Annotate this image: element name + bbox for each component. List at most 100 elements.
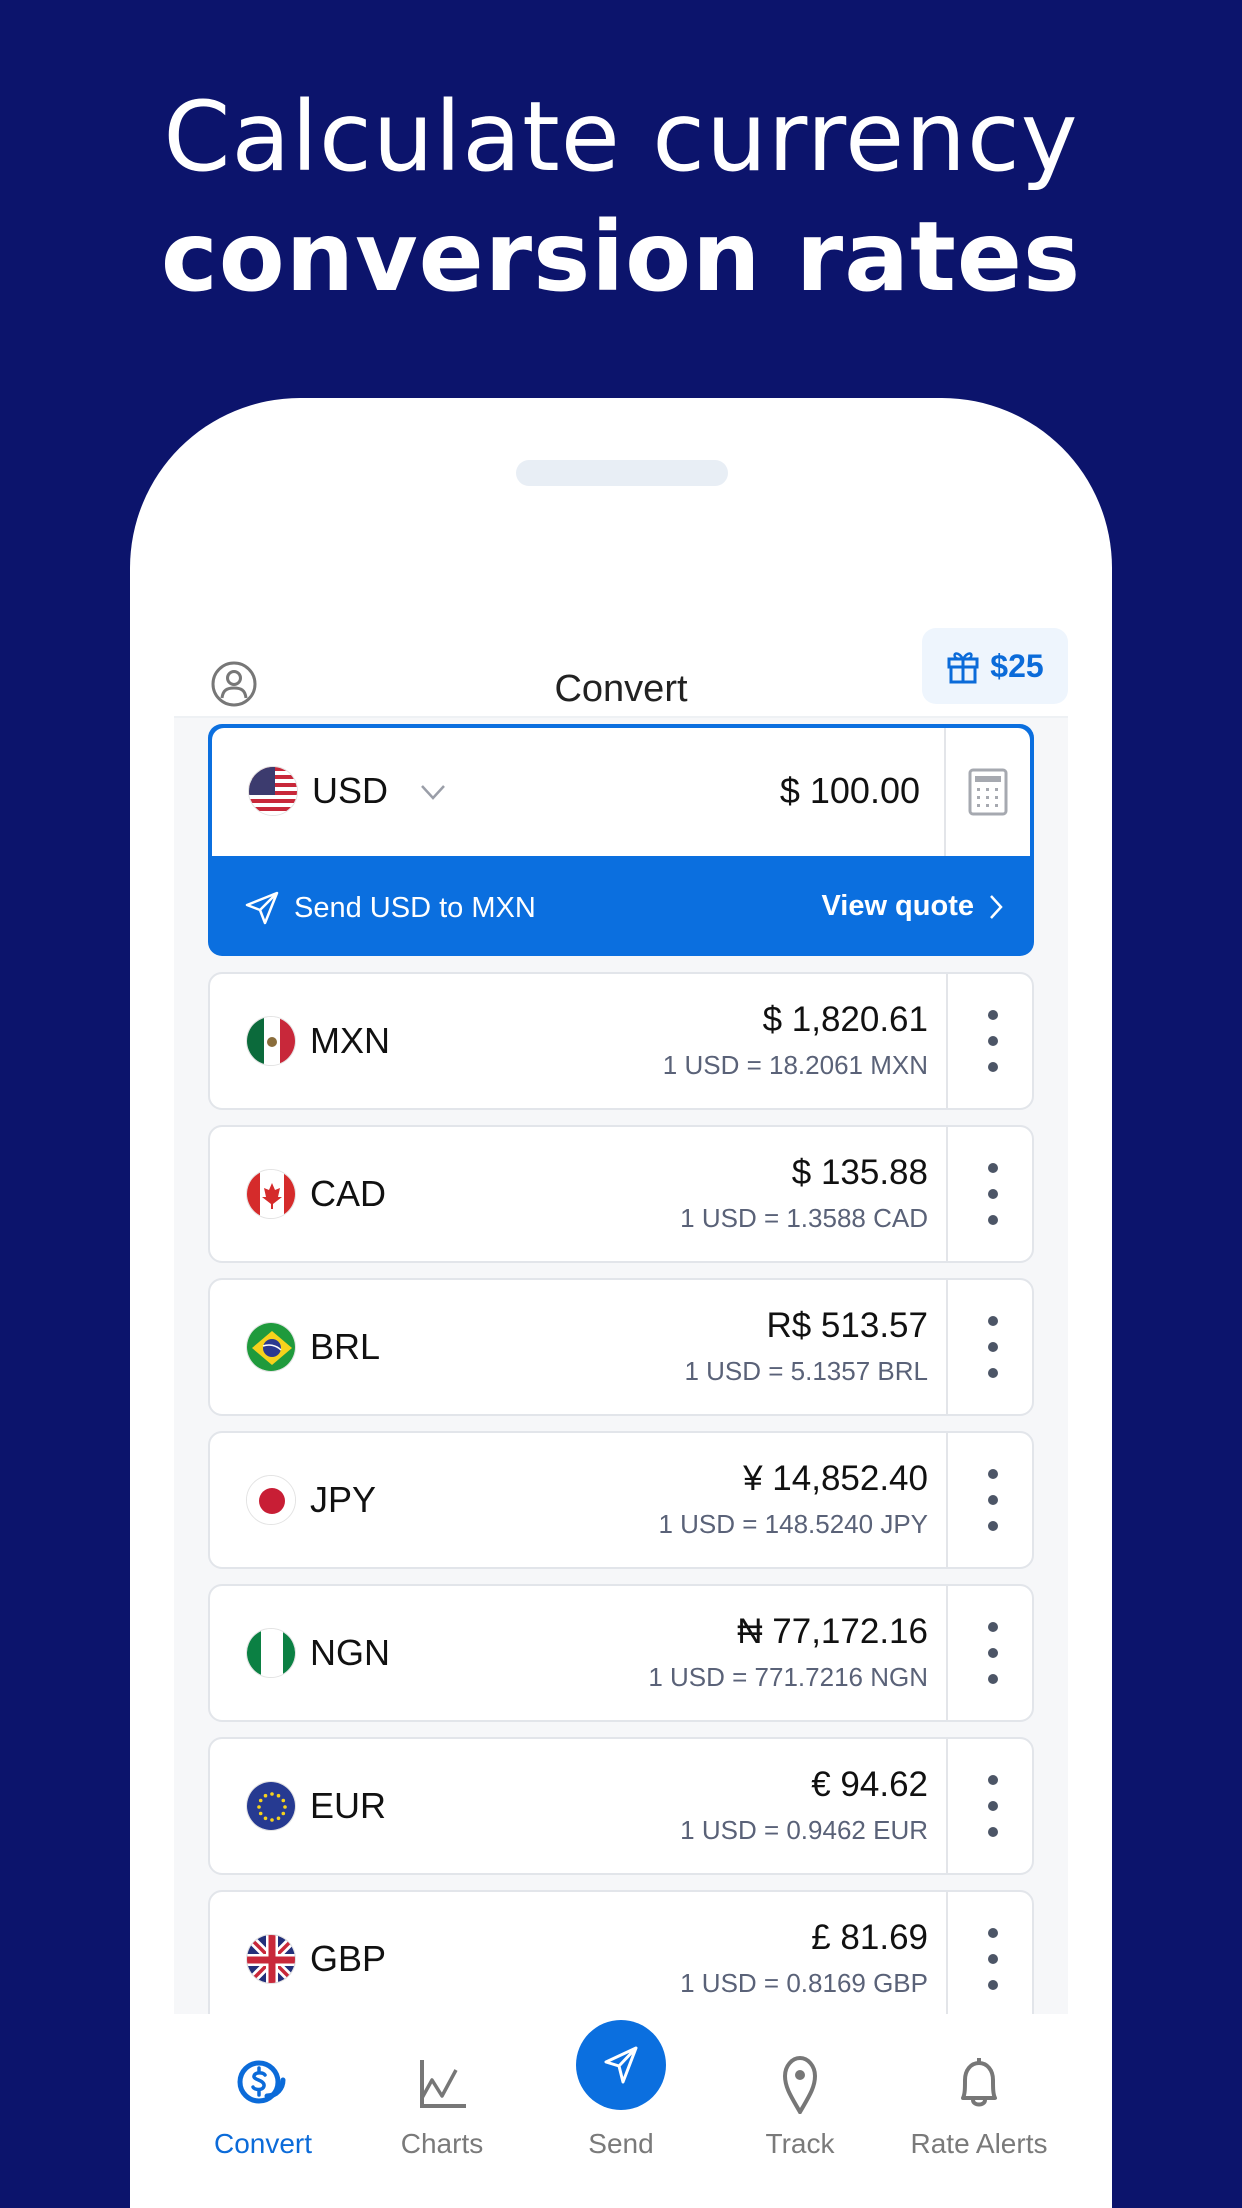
tab-label: Track xyxy=(765,2128,835,2159)
more-options-button[interactable] xyxy=(978,1928,1008,1990)
calculator-icon xyxy=(968,768,1008,816)
chevron-right-icon xyxy=(990,894,1003,919)
more-dot xyxy=(988,1189,998,1199)
more-dot xyxy=(988,1316,998,1326)
phone-notch xyxy=(516,460,728,486)
paper-plane-icon xyxy=(245,891,279,925)
more-options-button[interactable] xyxy=(978,1622,1008,1684)
gift-icon xyxy=(947,652,979,684)
row-divider xyxy=(946,1280,948,1414)
dollar-coins-icon xyxy=(237,2060,286,2104)
more-dot xyxy=(988,1954,998,1964)
map-pin-icon xyxy=(782,2055,818,2114)
row-divider xyxy=(946,1433,948,1567)
currency-row-ngn[interactable]: NGN ₦ 77,172.16 1 USD = 771.7216 NGN xyxy=(208,1584,1034,1722)
more-dot xyxy=(988,1368,998,1378)
currency-row-mxn[interactable]: MXN $ 1,820.61 1 USD = 18.2061 MXN xyxy=(208,972,1034,1110)
base-currency-code[interactable]: USD xyxy=(312,770,388,812)
flag-gb-icon xyxy=(246,1934,296,1984)
view-quote-label: View quote xyxy=(821,890,974,922)
tab-send[interactable]: Send xyxy=(532,2014,710,2208)
currency-code: MXN xyxy=(310,1020,390,1061)
currency-row-jpy[interactable]: JPY ¥ 14,852.40 1 USD = 148.5240 JPY xyxy=(208,1431,1034,1569)
send-money-banner[interactable]: Send USD to MXN View quote xyxy=(208,856,1034,956)
more-dot xyxy=(988,1674,998,1684)
exchange-rate: 1 USD = 0.9462 EUR xyxy=(680,1815,928,1845)
more-dot xyxy=(988,1036,998,1046)
paper-plane-icon xyxy=(604,2046,638,2084)
more-dot xyxy=(988,1622,998,1632)
converted-amount: £ 81.69 xyxy=(811,1918,928,1957)
more-dot xyxy=(988,1010,998,1020)
more-dot xyxy=(988,1215,998,1225)
converted-amount: ₦ 77,172.16 xyxy=(737,1612,928,1651)
currency-row-cad[interactable]: CAD $ 135.88 1 USD = 1.3588 CAD xyxy=(208,1125,1034,1263)
converted-amount: $ 135.88 xyxy=(791,1153,928,1192)
exchange-rate: 1 USD = 148.5240 JPY xyxy=(658,1509,928,1539)
base-currency-card: USD $ 100.00 Send USD to MXN View quote xyxy=(208,724,1034,956)
chevron-down-icon[interactable] xyxy=(418,780,448,804)
exchange-rate: 1 USD = 18.2061 MXN xyxy=(662,1050,928,1080)
line-chart-icon xyxy=(420,2060,466,2108)
send-route-label: Send USD to MXN xyxy=(294,892,536,924)
row-divider xyxy=(946,1739,948,1873)
bottom-tab-bar: Convert Charts Send Track Rate Alerts xyxy=(174,2014,1068,2208)
more-options-button[interactable] xyxy=(978,1316,1008,1378)
more-dot xyxy=(988,1980,998,1990)
view-quote-button[interactable]: View quote xyxy=(821,890,1004,923)
base-amount-value[interactable]: $ 100.00 xyxy=(780,770,920,812)
promo-headline: Calculate currency conversion rates xyxy=(0,78,1242,318)
tab-convert[interactable]: Convert xyxy=(174,2014,352,2208)
currency-row-eur[interactable]: EUR € 94.62 1 USD = 0.9462 EUR xyxy=(208,1737,1034,1875)
tab-label: Send xyxy=(588,2128,654,2159)
more-dot xyxy=(988,1775,998,1785)
converted-amount: € 94.62 xyxy=(811,1765,928,1804)
referral-gift-button[interactable]: $25 xyxy=(922,628,1068,704)
more-dot xyxy=(988,1928,998,1938)
calculator-button[interactable] xyxy=(964,768,1012,818)
more-dot xyxy=(988,1521,998,1531)
currency-row-gbp[interactable]: GBP £ 81.69 1 USD = 0.8169 GBP xyxy=(208,1890,1034,2028)
gift-amount: $25 xyxy=(990,647,1044,684)
exchange-rate: 1 USD = 771.7216 NGN xyxy=(648,1662,928,1692)
exchange-rate: 1 USD = 1.3588 CAD xyxy=(680,1203,928,1233)
row-divider xyxy=(946,974,948,1108)
phone-frame: Convert $25 USD $ 100.00 Send USD to MXN… xyxy=(130,398,1112,2208)
tab-label: Convert xyxy=(213,2128,313,2159)
more-options-button[interactable] xyxy=(978,1163,1008,1225)
flag-ca-icon xyxy=(246,1169,296,1219)
exchange-rate: 1 USD = 0.8169 GBP xyxy=(680,1968,928,1998)
more-dot xyxy=(988,1062,998,1072)
converted-amount: R$ 513.57 xyxy=(766,1306,928,1345)
more-dot xyxy=(988,1495,998,1505)
exchange-rate: 1 USD = 5.1357 BRL xyxy=(684,1356,928,1386)
tab-charts[interactable]: Charts xyxy=(353,2014,531,2208)
flag-mx-icon xyxy=(246,1016,296,1066)
calculator-divider xyxy=(944,728,946,856)
more-dot xyxy=(988,1342,998,1352)
promo-line-1: Calculate currency xyxy=(163,81,1079,193)
more-options-button[interactable] xyxy=(978,1469,1008,1531)
more-options-button[interactable] xyxy=(978,1010,1008,1072)
more-dot xyxy=(988,1801,998,1811)
tab-rate-alerts[interactable]: Rate Alerts xyxy=(890,2014,1068,2208)
row-divider xyxy=(946,1127,948,1261)
flag-br-icon xyxy=(246,1322,296,1372)
tab-label: Rate Alerts xyxy=(910,2128,1048,2159)
send-fab-button[interactable] xyxy=(576,2020,666,2110)
more-dot xyxy=(988,1163,998,1173)
row-divider xyxy=(946,1586,948,1720)
flag-us-icon xyxy=(248,766,298,816)
more-dot xyxy=(988,1648,998,1658)
currency-row-brl[interactable]: BRL R$ 513.57 1 USD = 5.1357 BRL xyxy=(208,1278,1034,1416)
converted-amount: $ 1,820.61 xyxy=(762,1000,928,1039)
promo-line-2: conversion rates xyxy=(160,201,1082,313)
flag-jp-icon xyxy=(246,1475,296,1525)
currency-code: CAD xyxy=(310,1173,387,1214)
currency-code: JPY xyxy=(310,1479,377,1520)
tab-track[interactable]: Track xyxy=(711,2014,889,2208)
more-options-button[interactable] xyxy=(978,1775,1008,1837)
bell-icon xyxy=(961,2058,997,2107)
base-amount-input-row[interactable]: USD $ 100.00 xyxy=(212,728,1030,856)
flag-ng-icon xyxy=(246,1628,296,1678)
